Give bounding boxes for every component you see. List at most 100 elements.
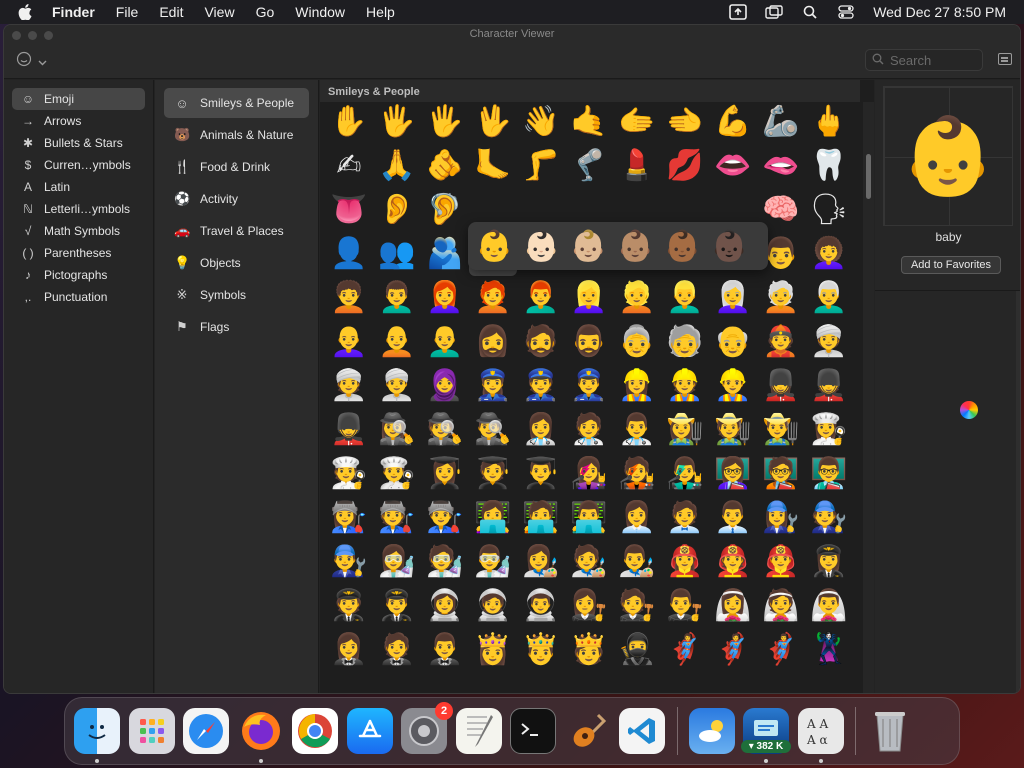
emoji-cell[interactable]: 🖐 <box>421 100 469 144</box>
screen-mirror-icon[interactable] <box>729 4 747 20</box>
menu-view[interactable]: View <box>204 4 234 20</box>
emoji-cell[interactable]: 👩‍🔧 <box>757 496 805 540</box>
sidebar-item-math-symbols[interactable]: √ Math Symbols <box>12 220 145 242</box>
emoji-cell[interactable]: 💪 <box>709 100 757 144</box>
emoji-cell[interactable]: 👨‍🎨 <box>613 540 661 584</box>
emoji-cell[interactable]: 👨‍⚖️ <box>661 584 709 628</box>
sidebar-item-latin[interactable]: A Latin <box>12 176 145 198</box>
emoji-cell[interactable]: 🧑‍🍳 <box>325 452 373 496</box>
emoji-cell[interactable]: 🧑‍🔧 <box>805 496 853 540</box>
emoji-cell[interactable]: 👩‍⚕️ <box>517 408 565 452</box>
emoji-cell[interactable]: 🦸 <box>709 628 757 672</box>
skin-tone-option[interactable]: 👶 <box>471 224 518 268</box>
emoji-cell[interactable]: 🧑‍🔬 <box>421 540 469 584</box>
emoji-cell[interactable]: 👨‍🦳 <box>805 276 853 320</box>
emoji-cell[interactable]: 👨‍🎤 <box>661 452 709 496</box>
dock-weather[interactable] <box>688 708 735 754</box>
emoji-cell[interactable]: 👩‍🎓 <box>421 452 469 496</box>
emoji-cell[interactable]: 👳‍♂️ <box>373 364 421 408</box>
emoji-cell[interactable]: 🤙 <box>565 100 613 144</box>
emoji-cell[interactable]: 👰 <box>757 584 805 628</box>
dock-garageband[interactable] <box>565 708 611 754</box>
emoji-cell[interactable]: 👨‍🏫 <box>805 452 853 496</box>
emoji-cell[interactable]: ✍ <box>325 144 373 188</box>
color-wheel-icon[interactable] <box>960 401 978 419</box>
emoji-cell[interactable]: 👨‍💼 <box>709 496 757 540</box>
dock-finder[interactable] <box>74 708 120 763</box>
sidebar-item-letterlike-symbols[interactable]: ℕ Letterli…ymbols <box>12 198 145 220</box>
emoji-cell[interactable]: 🦹‍♀️ <box>805 628 853 672</box>
emoji-cell[interactable]: 🧕 <box>421 364 469 408</box>
emoji-cell[interactable]: 🧑‍🦳 <box>757 276 805 320</box>
emoji-cell[interactable]: 👋 <box>517 100 565 144</box>
emoji-cell[interactable]: 👸 <box>469 628 517 672</box>
collapse-view-icon[interactable] <box>998 53 1012 65</box>
emoji-cell[interactable]: 💂‍♂️ <box>325 408 373 452</box>
emoji-cell[interactable]: 🧑‍⚕️ <box>565 408 613 452</box>
emoji-cell[interactable]: 🧔‍♂️ <box>565 320 613 364</box>
dock-safari[interactable] <box>183 708 229 754</box>
emoji-cell[interactable]: 👨‍🍳 <box>373 452 421 496</box>
emoji-cell[interactable]: 🦸‍♂️ <box>757 628 805 672</box>
emoji-cell[interactable]: 🦸‍♀️ <box>661 628 709 672</box>
dock-launchpad[interactable] <box>128 708 175 754</box>
scrollbar-thumb[interactable] <box>866 154 871 199</box>
emoji-cell[interactable]: 👄 <box>709 144 757 188</box>
emoji-cell[interactable]: 🖖 <box>469 100 517 144</box>
emoji-cell[interactable]: 👴 <box>709 320 757 364</box>
dock-network-monitor[interactable]: ▾ 382 K <box>741 708 791 763</box>
emoji-cell[interactable]: 👨‍🦰 <box>517 276 565 320</box>
emoji-cell[interactable]: 💂‍♀️ <box>757 364 805 408</box>
emoji-cell[interactable]: 🧔‍♀️ <box>469 320 517 364</box>
emoji-cell[interactable]: 💄 <box>613 144 661 188</box>
emoji-cell[interactable]: 👱 <box>613 276 661 320</box>
emoji-cell[interactable]: 👨‍🔧 <box>325 540 373 584</box>
category-travel-places[interactable]: 🚗 Travel & Places <box>164 216 309 246</box>
skin-tone-option[interactable]: 👶🏽 <box>612 224 659 268</box>
emoji-cell[interactable]: 👅 <box>325 188 373 232</box>
emoji-cell[interactable]: 👨‍🌾 <box>757 408 805 452</box>
category-food-drink[interactable]: 🍴 Food & Drink <box>164 152 309 182</box>
windows-icon[interactable] <box>765 4 783 20</box>
emoji-cell[interactable]: 🫵 <box>421 144 469 188</box>
search-field[interactable] <box>865 49 983 71</box>
emoji-cell[interactable]: 👩‍💼 <box>613 496 661 540</box>
emoji-cell[interactable]: 👩‍🦳 <box>709 276 757 320</box>
menu-go[interactable]: Go <box>256 4 275 20</box>
emoji-cell[interactable]: 🗣 <box>805 188 853 232</box>
emoji-cell[interactable]: 👩‍🔬 <box>373 540 421 584</box>
emoji-cell[interactable]: 🫦 <box>757 144 805 188</box>
emoji-cell[interactable]: 👩‍🏭 <box>325 496 373 540</box>
emoji-cell[interactable]: 👨‍🚒 <box>757 540 805 584</box>
emoji-cell[interactable]: 👳‍♀️ <box>805 320 853 364</box>
dock-textedit[interactable] <box>455 708 502 754</box>
sidebar-item-pictographs[interactable]: ♪ Pictographs <box>12 264 145 286</box>
menu-window[interactable]: Window <box>295 4 345 20</box>
emoji-cell[interactable]: 🕵️‍♀️ <box>373 408 421 452</box>
emoji-cell[interactable]: 👰‍♀️ <box>709 584 757 628</box>
category-activity[interactable]: ⚽ Activity <box>164 184 309 214</box>
emoji-cell[interactable]: 🧔 <box>517 320 565 364</box>
emoji-cell[interactable]: 🖐 <box>373 100 421 144</box>
emoji-cell[interactable]: 🧑‍💼 <box>661 496 709 540</box>
emoji-cell[interactable]: 👮‍♀️ <box>469 364 517 408</box>
emoji-cell[interactable]: 🫂 <box>421 232 469 276</box>
sidebar-item-arrows[interactable]: → Arrows <box>12 110 145 132</box>
dock-character-viewer[interactable]: A A A α <box>797 708 844 763</box>
emoji-cell[interactable]: 🧑‍🏭 <box>373 496 421 540</box>
emoji-cell[interactable]: 👰‍♂️ <box>805 584 853 628</box>
emoji-cell[interactable]: 👮 <box>517 364 565 408</box>
emoji-cell[interactable]: 👨‍🎓 <box>517 452 565 496</box>
emoji-cell[interactable]: 👩‍🍳 <box>805 408 853 452</box>
dock-system-settings[interactable]: 2 <box>401 702 453 754</box>
sidebar-item-punctuation[interactable]: ,. Punctuation <box>12 286 145 308</box>
category-smileys-people[interactable]: ☺ Smileys & People <box>164 88 309 118</box>
emoji-cell[interactable]: 💂 <box>805 364 853 408</box>
control-center-icon[interactable] <box>837 4 855 20</box>
emoji-cell[interactable]: 👨‍🦲 <box>421 320 469 364</box>
emoji-cell[interactable]: 👱‍♂️ <box>661 276 709 320</box>
emoji-cell[interactable]: 👨‍🏭 <box>421 496 469 540</box>
inspector-scrollbar[interactable] <box>1016 291 1020 693</box>
dock-app-store[interactable] <box>346 708 393 754</box>
dock-vscode[interactable] <box>619 708 665 754</box>
